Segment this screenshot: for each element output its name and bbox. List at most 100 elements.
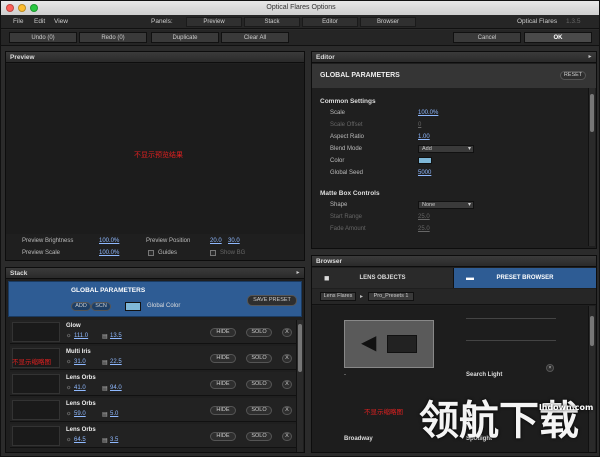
scale-value[interactable]: 100.0% <box>418 110 438 116</box>
window-title: Optical Flares Options <box>266 4 336 11</box>
preview-brightness-value[interactable]: 100.0% <box>99 238 119 244</box>
preview-position-y[interactable]: 30.0 <box>228 238 240 244</box>
stack-item-scale[interactable]: 94.0 <box>110 385 122 391</box>
app-window: Optical Flares Options File Edit View Pa… <box>0 0 600 457</box>
editor-expand-icon[interactable]: ▸ <box>586 53 594 61</box>
solo-button[interactable]: SOLO <box>246 406 272 415</box>
zoom-window-button[interactable] <box>30 4 38 12</box>
stack-item-brightness[interactable]: 59.0 <box>74 411 86 417</box>
stack-item-name: Lens Orbs <box>66 427 96 433</box>
tab-preset-browser[interactable]: ▬ PRESET BROWSER <box>454 268 596 288</box>
stack-row-multi-iris[interactable]: Multi Iris ☼ 31.0 ▤ 22.5 HIDE SOLO X <box>10 346 296 370</box>
reset-button[interactable]: RESET <box>560 71 586 80</box>
editor-title-bar: GLOBAL PARAMETERS RESET <box>312 64 596 88</box>
minimize-window-button[interactable] <box>18 4 26 12</box>
browser-scroll-thumb[interactable] <box>590 316 594 346</box>
color-label: Color <box>330 158 345 164</box>
hide-button[interactable]: HIDE <box>210 380 236 389</box>
hide-button[interactable]: HIDE <box>210 328 236 337</box>
brightness-icon: ☼ <box>66 333 72 339</box>
hide-button[interactable]: HIDE <box>210 354 236 363</box>
stack-row-glow[interactable]: Glow ☼ 111.0 ▤ 13.5 HIDE SOLO X <box>10 320 296 344</box>
clear-all-button[interactable]: Clear All <box>221 32 289 43</box>
remove-button[interactable]: X <box>282 328 292 337</box>
guides-checkbox[interactable] <box>148 250 154 256</box>
solo-button[interactable]: SOLO <box>246 380 272 389</box>
tab-lens-objects-label: LENS OBJECTS <box>359 275 406 281</box>
stack-row-lens-orbs[interactable]: Lens Orbs ☼ 64.5 ▤ 3.5 HIDE SOLO X <box>10 424 296 448</box>
blend-mode-dropdown[interactable]: Add <box>418 145 474 153</box>
stack-item-brightness[interactable]: 64.5 <box>74 437 86 443</box>
solo-button[interactable]: SOLO <box>246 354 272 363</box>
color-swatch[interactable] <box>418 157 432 164</box>
add-mode-button[interactable]: ADD <box>71 302 91 311</box>
window-controls <box>6 4 38 12</box>
remove-button[interactable]: X <box>282 354 292 363</box>
start-range-value[interactable]: 25.0 <box>418 214 430 220</box>
stack-item-scale[interactable]: 5.0 <box>110 411 118 417</box>
hide-button[interactable]: HIDE <box>210 432 236 441</box>
brightness-icon: ☼ <box>66 385 72 391</box>
undo-button[interactable]: Undo (0) <box>9 32 77 43</box>
divider <box>466 340 556 341</box>
stack-item-scale[interactable]: 3.5 <box>110 437 118 443</box>
redo-button[interactable]: Redo (0) <box>79 32 147 43</box>
browser-panel-header: Browser <box>312 256 596 267</box>
preset-search-light[interactable]: Search Light <box>466 372 502 378</box>
solo-button[interactable]: SOLO <box>246 432 272 441</box>
stack-item-brightness[interactable]: 31.0 <box>74 359 86 365</box>
stack-item-brightness[interactable]: 41.0 <box>74 385 86 391</box>
tab-lens-objects[interactable]: ■ LENS OBJECTS <box>312 268 454 288</box>
menu-view[interactable]: View <box>54 18 68 25</box>
show-bg-checkbox[interactable] <box>210 250 216 256</box>
stack-row-lens-orbs[interactable]: Lens Orbs ☼ 41.0 ▤ 94.0 HIDE SOLO X <box>10 372 296 396</box>
menu-edit[interactable]: Edit <box>34 18 45 25</box>
ok-button[interactable]: OK <box>524 32 592 43</box>
preset-item-dash: - <box>344 372 346 378</box>
remove-button[interactable]: X <box>282 380 292 389</box>
panel-toggle-browser[interactable]: Browser <box>360 17 416 27</box>
panel-toggle-stack[interactable]: Stack <box>244 17 300 27</box>
hide-button[interactable]: HIDE <box>210 406 236 415</box>
browser-scrollbar[interactable] <box>588 306 595 452</box>
breadcrumb-pro-presets[interactable]: Pro_Presets 1 <box>368 292 414 301</box>
global-color-swatch[interactable] <box>125 302 141 311</box>
scale-offset-value[interactable]: 0 <box>418 122 421 128</box>
shape-dropdown[interactable]: None <box>418 201 474 209</box>
stack-global-row[interactable]: GLOBAL PARAMETERS ADD SCN Global Color S… <box>8 281 302 317</box>
cancel-button[interactable]: Cancel <box>453 32 521 43</box>
stack-item-brightness[interactable]: 111.0 <box>74 333 88 339</box>
preset-broadway[interactable]: Broadway <box>344 436 373 442</box>
stack-row-lens-orbs[interactable]: Lens Orbs ☼ 59.0 ▤ 5.0 HIDE SOLO X <box>10 398 296 422</box>
editor-scrollbar[interactable] <box>588 88 595 246</box>
stack-item-scale[interactable]: 13.5 <box>110 333 122 339</box>
stack-expand-icon[interactable]: ▸ <box>294 269 302 277</box>
stack-item-scale[interactable]: 22.5 <box>110 359 122 365</box>
close-window-button[interactable] <box>6 4 14 12</box>
stack-list: Glow ☼ 111.0 ▤ 13.5 HIDE SOLO X Multi Ir… <box>6 320 296 452</box>
preset-thumbnail[interactable]: ◀ <box>344 320 434 368</box>
stack-scroll-thumb[interactable] <box>298 324 302 372</box>
save-preset-button[interactable]: SAVE PRESET <box>247 295 297 306</box>
preview-position-x[interactable]: 20.0 <box>210 238 222 244</box>
stack-thumb <box>12 322 60 342</box>
scn-mode-button[interactable]: SCN <box>91 302 111 311</box>
remove-button[interactable]: X <box>282 432 292 441</box>
duplicate-button[interactable]: Duplicate <box>151 32 219 43</box>
preview-canvas[interactable]: 不显示预览结果 <box>6 64 304 234</box>
aspect-ratio-value[interactable]: 1.00 <box>418 134 430 140</box>
remove-button[interactable]: X <box>282 406 292 415</box>
editor-scroll-thumb[interactable] <box>590 94 594 132</box>
panel-toggle-editor[interactable]: Editor <box>302 17 358 27</box>
close-icon[interactable]: × <box>546 364 554 372</box>
breadcrumb-lens-flares[interactable]: Lens Flares <box>320 292 356 301</box>
fade-amount-value[interactable]: 25.0 <box>418 226 430 232</box>
global-seed-value[interactable]: 5000 <box>418 170 431 176</box>
preview-scale-value[interactable]: 100.0% <box>99 250 119 256</box>
menu-file[interactable]: File <box>13 18 23 25</box>
panel-toggle-preview[interactable]: Preview <box>186 17 242 27</box>
scale-icon: ▤ <box>102 386 108 392</box>
stack-scrollbar[interactable] <box>296 320 303 452</box>
solo-button[interactable]: SOLO <box>246 328 272 337</box>
brightness-icon: ☼ <box>66 437 72 443</box>
